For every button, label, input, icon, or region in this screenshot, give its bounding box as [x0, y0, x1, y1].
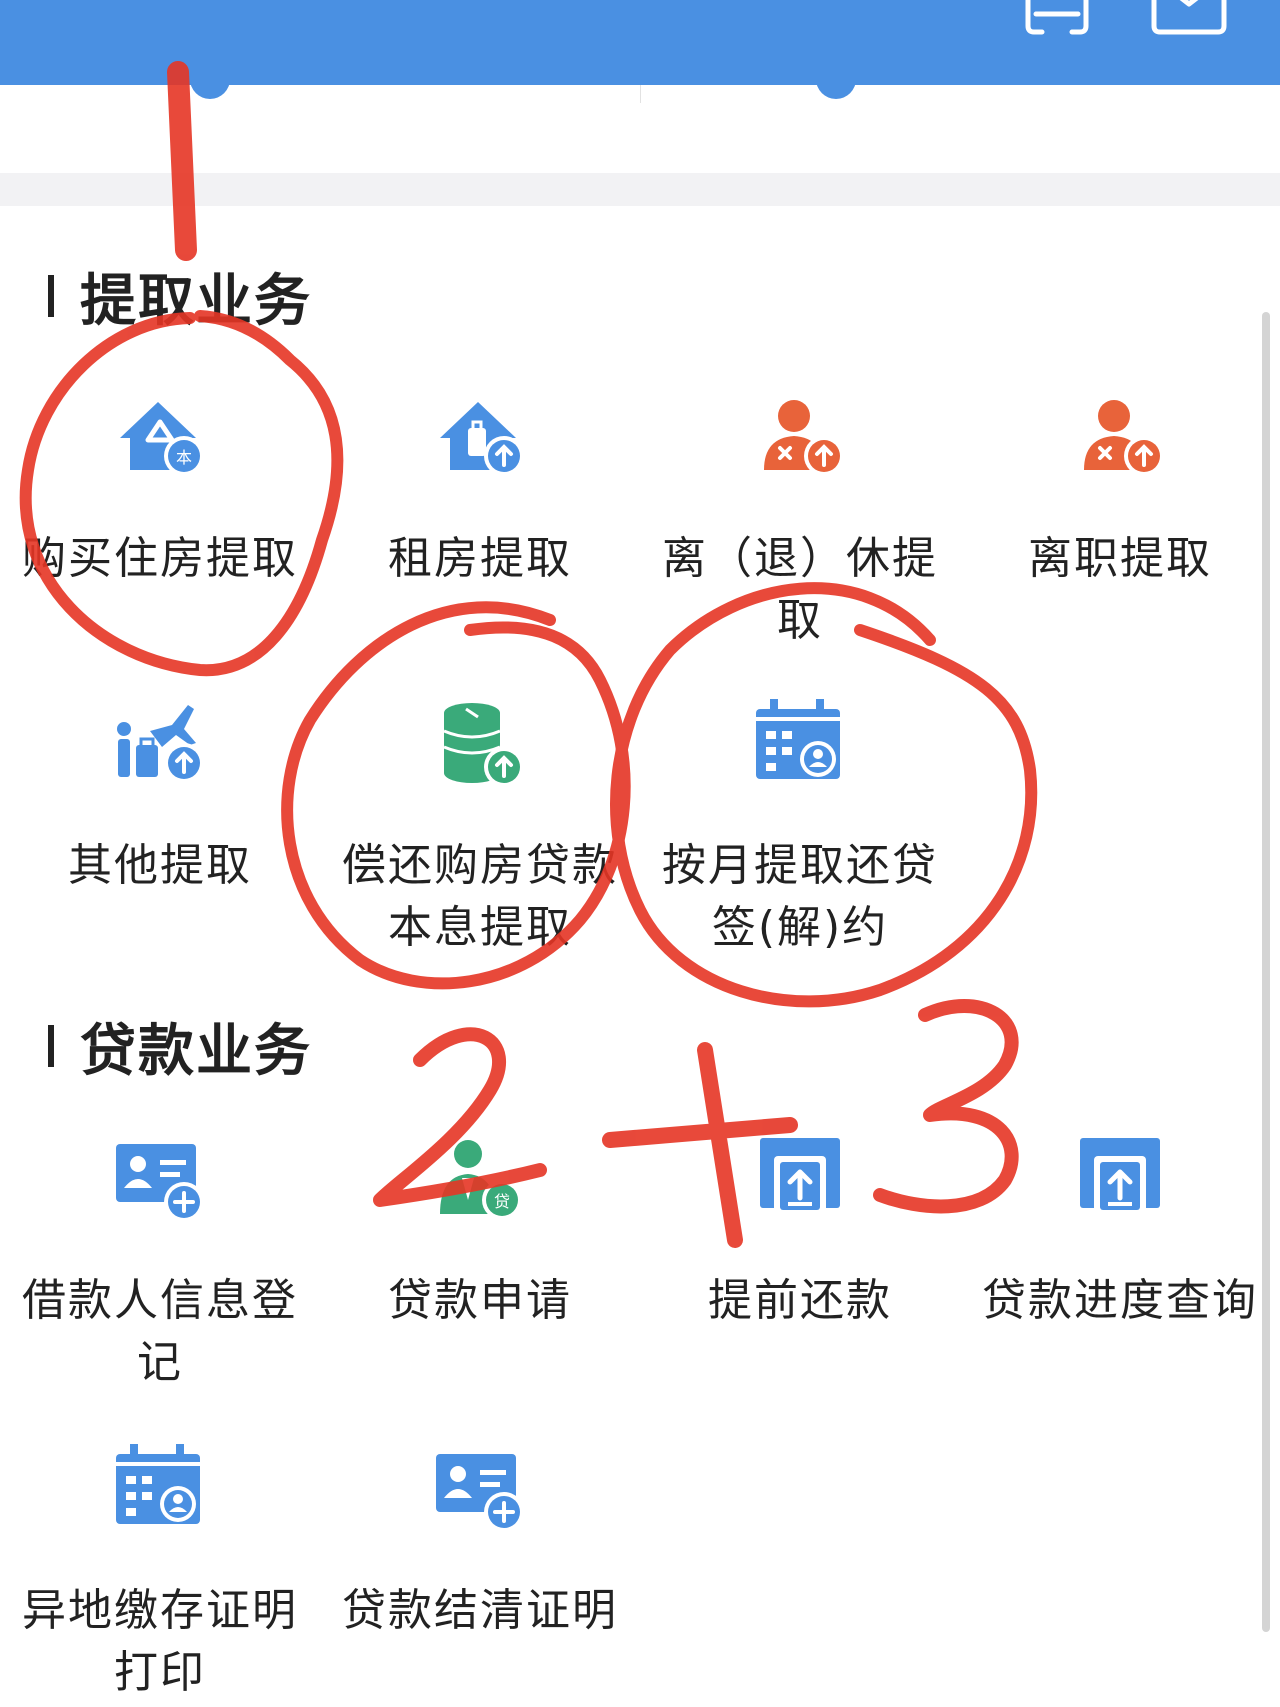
tile-house-purchase-withdraw[interactable]: 本 购买住房提取 — [0, 388, 320, 590]
tile-retire-withdraw[interactable]: 离（退）休提取 — [640, 388, 960, 652]
rent-house-icon — [440, 402, 524, 476]
id-card-add-icon — [436, 1454, 524, 1532]
scan-icon[interactable] — [1022, 0, 1092, 36]
tile-label: 借款人信息登记 — [22, 1275, 298, 1388]
tile-loan-apply[interactable]: 贷 贷款申请 — [320, 1130, 640, 1332]
title-bar-marker — [48, 275, 54, 317]
tile-repay-loan-withdraw[interactable]: 偿还购房贷款本息提取 — [320, 695, 640, 959]
upload-tray-icon — [1080, 1138, 1160, 1216]
tile-loan-progress-query[interactable]: 贷款进度查询 — [960, 1130, 1280, 1332]
calendar-person-icon — [756, 699, 840, 779]
tile-label: 贷款结清证明 — [342, 1585, 618, 1636]
tile-label: 其他提取 — [68, 840, 252, 891]
tile-label: 购买住房提取 — [22, 533, 298, 584]
tile-monthly-withdraw-contract[interactable]: 按月提取还贷签(解)约 — [640, 695, 960, 959]
section-title-text: 提取业务 — [80, 268, 312, 334]
loan-person-icon: 贷 — [440, 1140, 522, 1220]
tile-rent-withdraw[interactable]: 租房提取 — [320, 388, 640, 590]
tile-label: 贷款申请 — [388, 1275, 572, 1326]
plane-luggage-icon — [117, 705, 204, 783]
house-purchase-icon: 本 — [120, 402, 204, 476]
tile-borrower-info-register[interactable]: 借款人信息登记 — [0, 1130, 320, 1394]
tile-label: 贷款进度查询 — [982, 1275, 1258, 1326]
section-title-loan: 贷款业务 — [48, 1016, 312, 1084]
resign-person-icon — [1084, 400, 1164, 476]
id-card-add-icon — [116, 1144, 204, 1222]
tile-label: 按月提取还贷签(解)约 — [662, 840, 938, 953]
scrollbar[interactable] — [1262, 312, 1270, 1632]
tile-loan-settlement-cert[interactable]: 贷款结清证明 — [320, 1440, 640, 1642]
tile-label: 租房提取 — [388, 533, 572, 584]
tab-indicator — [190, 85, 230, 99]
calendar-person-icon — [116, 1444, 200, 1524]
tab-divider — [640, 85, 641, 103]
section-gap — [0, 173, 1280, 206]
tile-offsite-deposit-cert-print[interactable]: 异地缴存证明打印 — [0, 1440, 320, 1704]
section-title-withdraw: 提取业务 — [48, 266, 312, 334]
retire-person-icon — [764, 400, 844, 476]
tab-indicator — [816, 85, 856, 99]
section-title-text: 贷款业务 — [80, 1018, 312, 1084]
tile-label: 离职提取 — [1028, 533, 1212, 584]
tile-label: 异地缴存证明打印 — [22, 1585, 298, 1698]
coin-stack-icon — [443, 703, 524, 787]
tile-resign-withdraw[interactable]: 离职提取 — [960, 388, 1280, 590]
svg-text:贷: 贷 — [494, 1192, 510, 1211]
download-icon[interactable] — [1148, 0, 1230, 36]
tile-prepayment[interactable]: 提前还款 — [640, 1130, 960, 1332]
tile-other-withdraw[interactable]: 其他提取 — [0, 695, 320, 897]
svg-text:本: 本 — [176, 448, 192, 467]
app-header — [0, 0, 1280, 85]
tile-label: 提前还款 — [708, 1275, 892, 1326]
title-bar-marker — [48, 1025, 54, 1067]
tile-label: 偿还购房贷款本息提取 — [342, 840, 618, 953]
tile-label: 离（退）休提取 — [662, 533, 938, 646]
upload-tray-icon — [760, 1138, 840, 1216]
